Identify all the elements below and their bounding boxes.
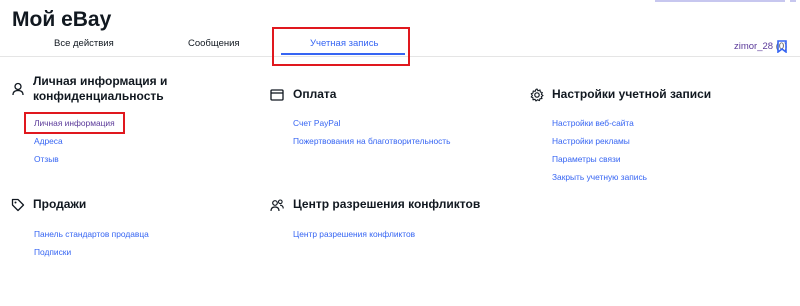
top-strip xyxy=(655,0,785,2)
link-communication-preferences[interactable]: Параметры связи xyxy=(552,154,621,164)
payment-section-title: Оплата xyxy=(293,87,337,101)
link-addresses[interactable]: Адреса xyxy=(34,136,63,146)
link-subscriptions[interactable]: Подписки xyxy=(34,247,71,257)
link-charity-donations[interactable]: Пожертвования на благотворительность xyxy=(293,136,451,146)
link-paypal-account[interactable]: Счет PayPal xyxy=(293,118,340,128)
selling-section-title: Продажи xyxy=(33,197,87,211)
link-resolution-center[interactable]: Центр разрешения конфликтов xyxy=(293,229,415,239)
person-icon xyxy=(11,82,25,96)
link-ad-settings[interactable]: Настройки рекламы xyxy=(552,136,630,146)
tabs-divider xyxy=(0,56,800,57)
top-strip-mark xyxy=(790,0,796,2)
link-feedback[interactable]: Отзыв xyxy=(34,154,59,164)
link-seller-dashboard[interactable]: Панель стандартов продавца xyxy=(34,229,149,239)
wallet-icon xyxy=(270,88,284,102)
disputes-section-title: Центр разрешения конфликтов xyxy=(293,197,481,211)
active-tab-indicator xyxy=(281,53,405,55)
tag-icon xyxy=(11,198,25,212)
people-icon xyxy=(270,198,284,212)
page-title: Мой eBay xyxy=(12,8,112,31)
gear-icon xyxy=(530,88,544,102)
personal-title-line1: Личная информация и xyxy=(33,74,168,88)
link-site-settings[interactable]: Настройки веб-сайта xyxy=(552,118,634,128)
username-link[interactable]: zimor_28 xyxy=(734,41,773,52)
link-close-account[interactable]: Закрыть учетную запись xyxy=(552,172,647,182)
link-personal-info[interactable]: Личная информация xyxy=(34,118,115,128)
tab-bar: Все действия Сообщения Учетная запись xyxy=(0,38,800,58)
personal-title-line2: конфиденциальность xyxy=(33,89,164,103)
bookmark-icon[interactable] xyxy=(777,40,787,53)
settings-section-title: Настройки учетной записи xyxy=(552,87,712,101)
tab-messages[interactable]: Сообщения xyxy=(188,38,240,49)
tab-account[interactable]: Учетная запись xyxy=(310,38,378,49)
personal-section-title: Личная информация и конфиденциальность xyxy=(33,74,167,104)
tab-all-activity[interactable]: Все действия xyxy=(54,38,114,49)
